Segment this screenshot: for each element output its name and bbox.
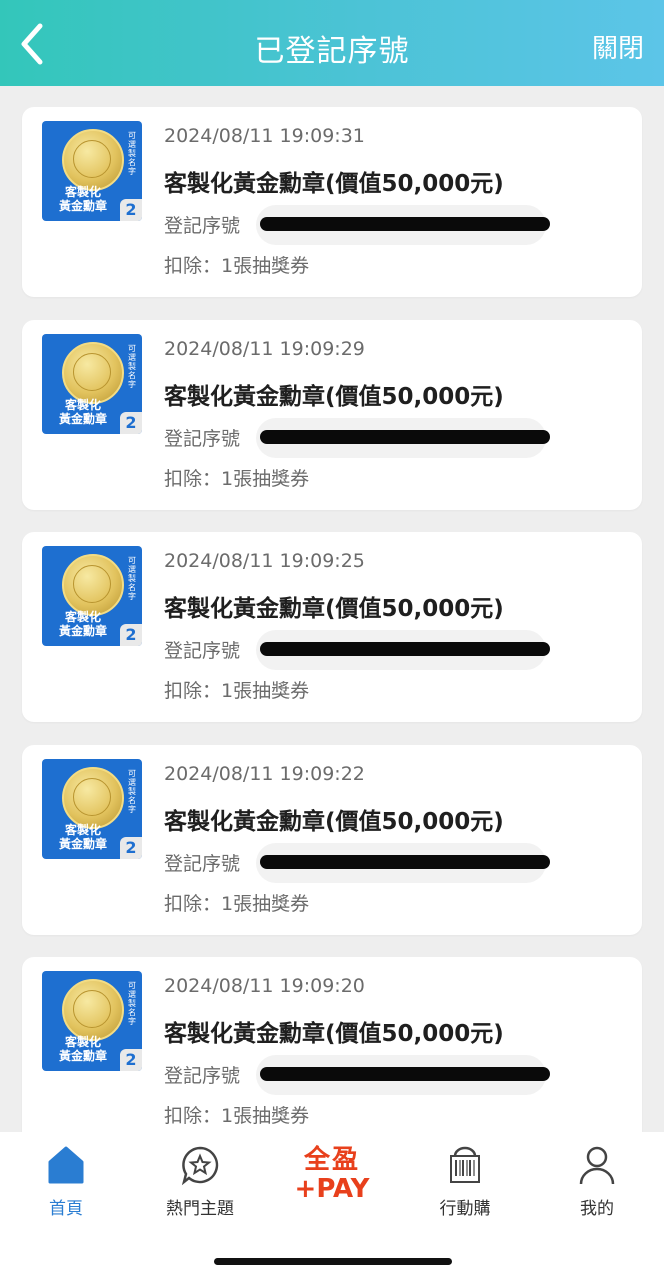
product-name: 客製化黃金勳章(價值50,000元) [164, 384, 504, 410]
redaction-mark [260, 855, 550, 869]
redaction-mark [260, 1067, 550, 1081]
product-name: 客製化黃金勳章(價值50,000元) [164, 809, 504, 835]
deduct-text: 扣除：1張抽獎券 [164, 468, 310, 490]
nav-home-label: 首頁 [49, 1199, 83, 1219]
nav-hot-topics[interactable]: 熱門主題 [145, 1144, 255, 1219]
thumbnail-label: 客製化 黃金勳章 [58, 1035, 107, 1063]
nav-mobile-shop[interactable]: 行動購 [410, 1144, 520, 1219]
medal-image [62, 342, 124, 404]
record-card[interactable]: 可選製名字 客製化 黃金勳章 2 2024/08/11 19:09:31 客製化黃… [22, 107, 642, 297]
serial-label: 登記序號 [164, 640, 241, 662]
serial-row: 登記序號 [164, 418, 624, 458]
deduct-text: 扣除：1張抽獎券 [164, 893, 310, 915]
pay-logo-top: 全盈 [303, 1145, 360, 1175]
medal-thumbnail: 可選製名字 客製化 黃金勳章 2 [42, 971, 142, 1071]
product-name: 客製化黃金勳章(價值50,000元) [164, 1021, 504, 1047]
shop-barcode-icon [450, 1146, 480, 1183]
page-title: 已登記序號 [254, 34, 410, 69]
serial-value-redacted [256, 843, 550, 883]
user-icon [579, 1146, 615, 1185]
serial-label: 登記序號 [164, 1065, 241, 1087]
serial-row: 登記序號 [164, 843, 624, 883]
thumbnail-side-text: 可選製名字 [128, 344, 136, 389]
serial-value-redacted [256, 418, 550, 458]
thumbnail-corner-badge: 2 [120, 1049, 142, 1071]
thumbnail-label: 客製化 黃金勳章 [58, 823, 107, 851]
serial-value-redacted [256, 630, 550, 670]
record-timestamp: 2024/08/11 19:09:22 [164, 763, 365, 785]
star-chat-icon [181, 1146, 219, 1186]
medal-image [62, 554, 124, 616]
pay-logo-button[interactable]: 全盈 +PAY [272, 1146, 392, 1208]
redaction-mark [260, 430, 550, 444]
thumbnail-side-text: 可選製名字 [128, 769, 136, 814]
thumbnail-side-text: 可選製名字 [128, 556, 136, 601]
thumbnail-side-text: 可選製名字 [128, 131, 136, 176]
home-indicator [214, 1258, 452, 1265]
medal-thumbnail: 可選製名字 客製化 黃金勳章 2 [42, 334, 142, 434]
record-card[interactable]: 可選製名字 客製化 黃金勳章 2 2024/08/11 19:09:29 客製化黃… [22, 320, 642, 510]
thumbnail-label: 客製化 黃金勳章 [58, 185, 107, 213]
nav-home[interactable]: 首頁 [11, 1144, 121, 1219]
medal-thumbnail: 可選製名字 客製化 黃金勳章 2 [42, 546, 142, 646]
serial-value-redacted [256, 205, 550, 245]
medal-image [62, 767, 124, 829]
thumbnail-label: 客製化 黃金勳章 [58, 610, 107, 638]
medal-thumbnail: 可選製名字 客製化 黃金勳章 2 [42, 759, 142, 859]
app-header: 已登記序號 關閉 [0, 0, 664, 86]
medal-image [62, 979, 124, 1041]
serial-value-redacted [256, 1055, 550, 1095]
record-card[interactable]: 可選製名字 客製化 黃金勳章 2 2024/08/11 19:09:20 客製化黃… [22, 957, 642, 1147]
close-button[interactable]: 關閉 [592, 28, 644, 65]
thumbnail-corner-badge: 2 [120, 412, 142, 434]
deduct-text: 扣除：1張抽獎券 [164, 680, 310, 702]
redaction-mark [260, 642, 550, 656]
thumbnail-side-text: 可選製名字 [128, 981, 136, 1026]
record-card[interactable]: 可選製名字 客製化 黃金勳章 2 2024/08/11 19:09:22 客製化黃… [22, 745, 642, 935]
thumbnail-corner-badge: 2 [120, 199, 142, 221]
serial-label: 登記序號 [164, 428, 241, 450]
nav-mobile-label: 行動購 [439, 1199, 491, 1219]
product-name: 客製化黃金勳章(價值50,000元) [164, 596, 504, 622]
serial-row: 登記序號 [164, 1055, 624, 1095]
record-timestamp: 2024/08/11 19:09:20 [164, 975, 365, 997]
pay-logo-bottom: +PAY [294, 1174, 370, 1204]
medal-thumbnail: 可選製名字 客製化 黃金勳章 2 [42, 121, 142, 221]
serial-row: 登記序號 [164, 630, 624, 670]
redaction-mark [260, 217, 550, 231]
thumbnail-corner-badge: 2 [120, 837, 142, 859]
record-timestamp: 2024/08/11 19:09:31 [164, 125, 365, 147]
record-card[interactable]: 可選製名字 客製化 黃金勳章 2 2024/08/11 19:09:25 客製化黃… [22, 532, 642, 722]
nav-hot-label: 熱門主題 [166, 1199, 234, 1219]
home-icon [48, 1146, 84, 1184]
serial-label: 登記序號 [164, 853, 241, 875]
serial-row: 登記序號 [164, 205, 624, 245]
nav-mine-label: 我的 [580, 1199, 614, 1219]
thumbnail-corner-badge: 2 [120, 624, 142, 646]
deduct-text: 扣除：1張抽獎券 [164, 1105, 310, 1127]
thumbnail-label: 客製化 黃金勳章 [58, 398, 107, 426]
product-name: 客製化黃金勳章(價值50,000元) [164, 171, 504, 197]
record-timestamp: 2024/08/11 19:09:25 [164, 550, 365, 572]
serial-label: 登記序號 [164, 215, 241, 237]
record-timestamp: 2024/08/11 19:09:29 [164, 338, 365, 360]
deduct-text: 扣除：1張抽獎券 [164, 255, 310, 277]
medal-image [62, 129, 124, 191]
nav-mine[interactable]: 我的 [542, 1144, 652, 1219]
